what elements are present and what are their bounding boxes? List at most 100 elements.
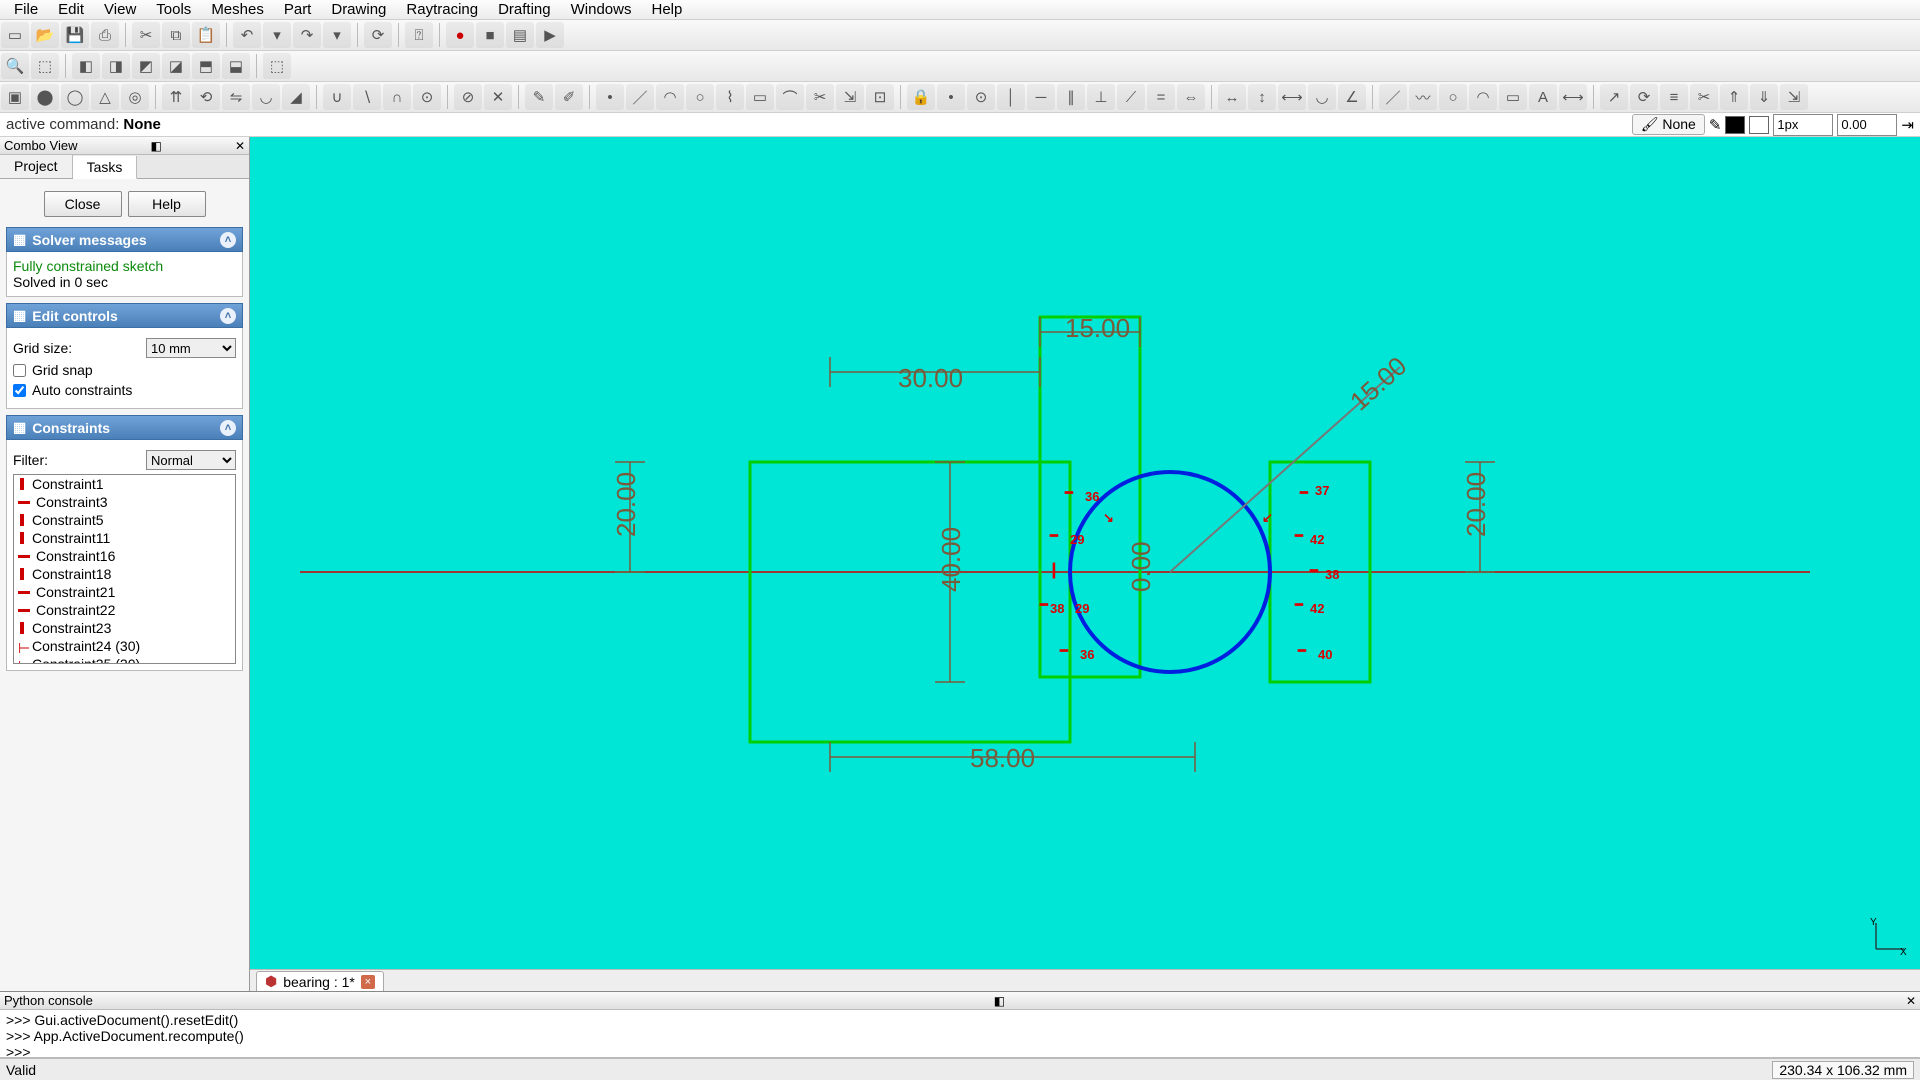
draft-rotate-icon[interactable]: ⟳	[1630, 84, 1658, 110]
close-button[interactable]: Close	[44, 191, 122, 217]
redo-icon[interactable]: ↷	[293, 22, 321, 48]
length-icon[interactable]: ⟷	[1278, 84, 1306, 110]
menu-raytracing[interactable]: Raytracing	[396, 1, 488, 18]
play-icon[interactable]: ▶	[536, 22, 564, 48]
face-color-swatch[interactable]	[1725, 116, 1745, 134]
revolve-icon[interactable]: ⟲	[192, 84, 220, 110]
iso-icon[interactable]: ⬚	[31, 53, 59, 79]
cut-bool-icon[interactable]: ∖	[353, 84, 381, 110]
tangent-icon[interactable]: ⟋	[1117, 84, 1145, 110]
solver-messages-header[interactable]: ▦Solver messages˄	[6, 227, 243, 252]
constraint-item[interactable]: Constraint21	[14, 583, 235, 601]
sketch-viewport[interactable]: ━36 ━37 ━29 ━42 ┃ ━38 ━3829 ━42 ━36 ━40 …	[250, 137, 1920, 969]
constraint-item[interactable]: Constraint11	[14, 529, 235, 547]
sketch-new-icon[interactable]: ✎	[525, 84, 553, 110]
cross-icon[interactable]: ✕	[484, 84, 512, 110]
draft-wire-icon[interactable]: 〰	[1409, 84, 1437, 110]
menu-part[interactable]: Part	[274, 1, 322, 18]
front-icon[interactable]: ◧	[72, 53, 100, 79]
constraints-list[interactable]: Constraint1Constraint3Constraint5Constra…	[13, 474, 236, 664]
collapse-icon[interactable]: ˄	[220, 308, 236, 324]
pencil-icon[interactable]: ✎	[1709, 116, 1722, 134]
cylinder-icon[interactable]: ⬤	[31, 84, 59, 110]
draft-text-icon[interactable]: A	[1529, 84, 1557, 110]
rect-icon[interactable]: ▭	[746, 84, 774, 110]
constraint-item[interactable]: Constraint1	[14, 475, 235, 493]
new-icon[interactable]: ▭	[1, 22, 29, 48]
external-icon[interactable]: ⇲	[836, 84, 864, 110]
draft-arc-icon[interactable]: ◠	[1469, 84, 1497, 110]
menu-drafting[interactable]: Drafting	[488, 1, 561, 18]
cone-icon[interactable]: △	[91, 84, 119, 110]
menu-help[interactable]: Help	[641, 1, 692, 18]
save-icon[interactable]: 💾	[61, 22, 89, 48]
constraint-item[interactable]: Constraint18	[14, 565, 235, 583]
draft-rect-icon[interactable]: ▭	[1499, 84, 1527, 110]
constraint-item[interactable]: Constraint3	[14, 493, 235, 511]
constraint-item[interactable]: Constraint22	[14, 601, 235, 619]
filter-select[interactable]: Normal	[146, 450, 236, 470]
draft-line-icon[interactable]: ／	[1379, 84, 1407, 110]
menu-file[interactable]: File	[4, 1, 48, 18]
line-icon[interactable]: ／	[626, 84, 654, 110]
perp-icon[interactable]: ⊥	[1087, 84, 1115, 110]
left-icon[interactable]: ⬓	[222, 53, 250, 79]
copy-icon[interactable]: ⧉	[162, 22, 190, 48]
pointon-icon[interactable]: ⊙	[967, 84, 995, 110]
grid-size-select[interactable]: 10 mm	[146, 338, 236, 358]
stop-icon[interactable]: ■	[476, 22, 504, 48]
coincident-icon[interactable]: •	[937, 84, 965, 110]
draft-downgrade-icon[interactable]: ⇓	[1750, 84, 1778, 110]
sketch-edit-icon[interactable]: ✐	[555, 84, 583, 110]
point-icon[interactable]: •	[596, 84, 624, 110]
parallel-icon[interactable]: ∥	[1057, 84, 1085, 110]
constraint-item[interactable]: Constraint5	[14, 511, 235, 529]
open-icon[interactable]: 📂	[31, 22, 59, 48]
constraints-header[interactable]: ▦Constraints˄	[6, 415, 243, 440]
draft-dim-icon[interactable]: ⟷	[1559, 84, 1587, 110]
menu-view[interactable]: View	[94, 1, 146, 18]
cut-icon[interactable]: ✂	[132, 22, 160, 48]
macro-icon[interactable]: ▤	[506, 22, 534, 48]
undo-dropdown-icon[interactable]: ▾	[263, 22, 291, 48]
constraint-item[interactable]: ⊢Constraint24 (30)	[14, 637, 235, 655]
equal-icon[interactable]: =	[1147, 84, 1175, 110]
print-icon[interactable]: ⎙	[91, 22, 119, 48]
value-input[interactable]	[1837, 114, 1897, 136]
line-color-swatch[interactable]	[1749, 116, 1769, 134]
document-tab[interactable]: ⬢ bearing : 1* ×	[256, 971, 384, 991]
paste-icon[interactable]: 📋	[192, 22, 220, 48]
common-icon[interactable]: ⊙	[413, 84, 441, 110]
right-icon[interactable]: ◩	[132, 53, 160, 79]
linewidth-input[interactable]	[1773, 114, 1833, 136]
draft-scale-icon[interactable]: ⇲	[1780, 84, 1808, 110]
bottom-icon[interactable]: ⬒	[192, 53, 220, 79]
undock-icon[interactable]: ◧	[994, 994, 1005, 1008]
top-icon[interactable]: ◨	[102, 53, 130, 79]
python-console[interactable]: >>> Gui.activeDocument().resetEdit()>>> …	[0, 1010, 1920, 1058]
close-tab-icon[interactable]: ×	[361, 975, 375, 989]
apply-icon[interactable]: ⇥	[1901, 116, 1914, 134]
arc-icon[interactable]: ◠	[656, 84, 684, 110]
collapse-icon[interactable]: ˄	[220, 232, 236, 248]
torus-icon[interactable]: ◎	[121, 84, 149, 110]
whatsthis-icon[interactable]: ⍰	[405, 22, 433, 48]
trim-icon[interactable]: ✂	[806, 84, 834, 110]
extrude-icon[interactable]: ⇈	[162, 84, 190, 110]
fuse-icon[interactable]: ∩	[383, 84, 411, 110]
undo-icon[interactable]: ↶	[233, 22, 261, 48]
menu-tools[interactable]: Tools	[146, 1, 201, 18]
collapse-icon[interactable]: ˄	[220, 420, 236, 436]
fillet-icon[interactable]: ◡	[252, 84, 280, 110]
refresh-icon[interactable]: ⟳	[364, 22, 392, 48]
tab-tasks[interactable]: Tasks	[73, 156, 138, 179]
auto-constraints-checkbox[interactable]	[13, 384, 26, 397]
grid-snap-checkbox[interactable]	[13, 364, 26, 377]
vertical-icon[interactable]: │	[997, 84, 1025, 110]
horizontal-icon[interactable]: ─	[1027, 84, 1055, 110]
dist-h-icon[interactable]: ↔	[1218, 84, 1246, 110]
polyline-icon[interactable]: ⌇	[716, 84, 744, 110]
fillet-sk-icon[interactable]: ⌒	[776, 84, 804, 110]
redo-dropdown-icon[interactable]: ▾	[323, 22, 351, 48]
section-icon[interactable]: ⊘	[454, 84, 482, 110]
